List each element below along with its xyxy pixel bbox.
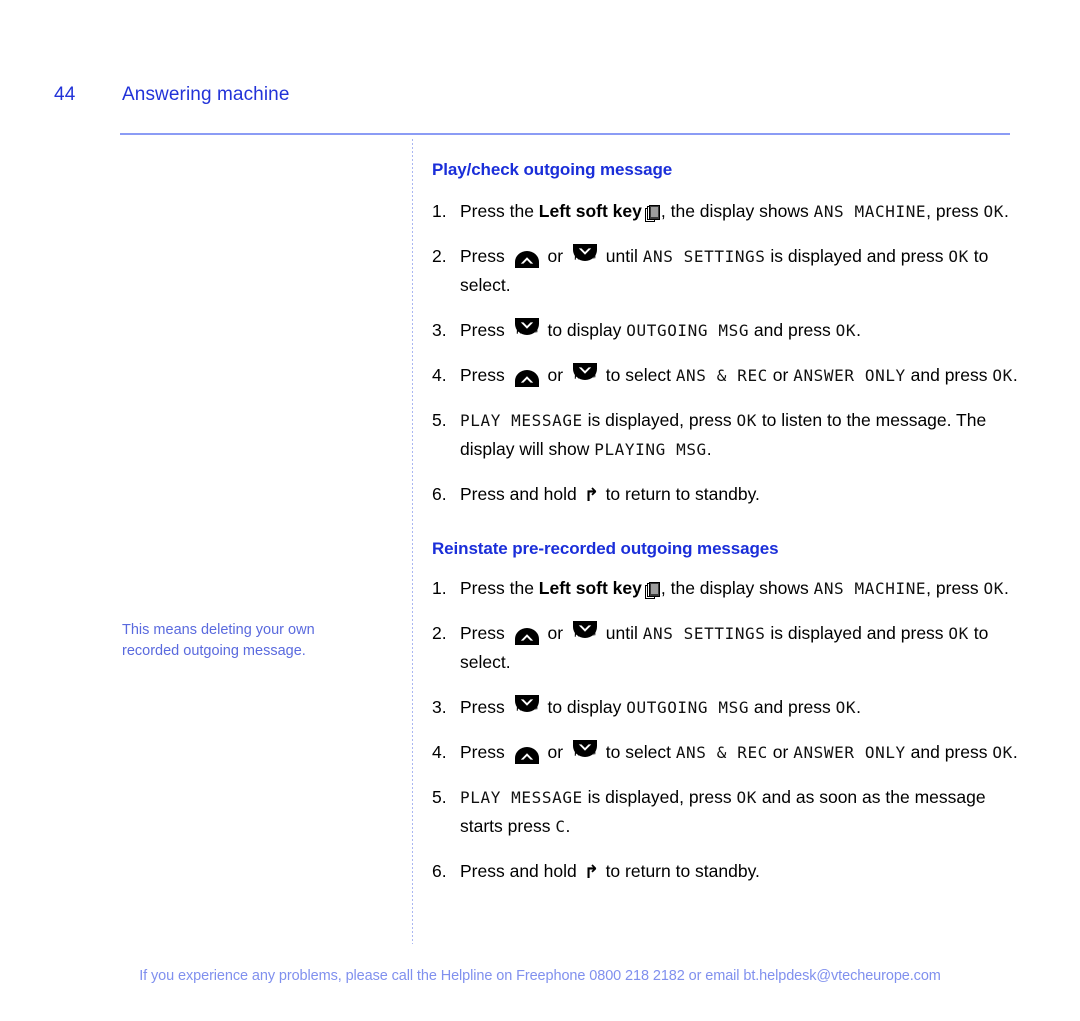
- emphasis-text: Left soft key: [538, 578, 642, 598]
- section-heading: Play/check outgoing message: [432, 160, 673, 179]
- lcd-display-text: ANS MACHINE: [813, 202, 927, 221]
- section-reinstate-pre-recorded-outgoing-messages: Reinstate pre-recorded outgoing messages…: [432, 539, 1022, 886]
- page-header: 44 Answering machine: [0, 84, 1080, 118]
- step-text: Press Redial to display OUTGOING MSG and…: [460, 316, 1022, 345]
- step-number: 5.: [432, 787, 447, 807]
- lcd-display-text: OK: [992, 366, 1013, 385]
- redial-key-icon: Redial: [570, 620, 600, 646]
- instruction-step: 3. Press Redial to display OUTGOING MSG a…: [432, 316, 1022, 345]
- lcd-display-text: OUTGOING MSG: [626, 698, 750, 717]
- calls-key-icon: Calls: [512, 620, 542, 646]
- step-number: 3.: [432, 697, 447, 717]
- lcd-display-text: PLAY MESSAGE: [460, 788, 583, 807]
- page-number: 44: [54, 84, 76, 105]
- step-number: 2.: [432, 623, 447, 643]
- step-text: PLAY MESSAGE is displayed, press OK and …: [460, 787, 986, 836]
- section-play-check-outgoing-message: Play/check outgoing message 1. Press the …: [432, 160, 1022, 509]
- step-number: 4.: [432, 365, 447, 385]
- redial-key-icon: Redial: [570, 243, 600, 269]
- redial-key-icon: Redial: [512, 694, 542, 720]
- step-text: Press the Left soft key, the display sho…: [460, 578, 1009, 599]
- step-text: Press the Left soft key, the display sho…: [460, 201, 1009, 222]
- instruction-step: 6. Press and hold ↰ to return to standby.: [432, 857, 1022, 886]
- return-arrow-icon: ↰: [583, 862, 599, 883]
- lcd-display-text: PLAYING MSG: [594, 440, 707, 459]
- step-number: 2.: [432, 246, 447, 266]
- section-heading: Reinstate pre-recorded outgoing messages: [432, 539, 779, 558]
- lcd-display-text: ANS MACHINE: [813, 579, 927, 598]
- lcd-display-text: ANS SETTINGS: [642, 624, 766, 643]
- lcd-display-text: OK: [835, 321, 857, 340]
- step-text: Press Calls or Redial until ANS SETTINGS…: [460, 242, 1022, 300]
- calls-key-icon: Calls: [512, 362, 542, 388]
- redial-key-label: Redial: [574, 370, 596, 382]
- margin-note: This means deleting your own recorded ou…: [122, 622, 315, 659]
- lcd-display-text: ANS SETTINGS: [642, 247, 766, 266]
- lcd-display-text: OK: [736, 411, 757, 430]
- redial-key-label: Redial: [574, 628, 596, 640]
- lcd-display-text: ANS & REC: [675, 366, 768, 385]
- redial-key-label: Redial: [574, 747, 596, 759]
- step-number: 1.: [432, 578, 447, 598]
- instruction-step: 2. Press Calls or Redial until ANS SETTIN…: [432, 619, 1022, 677]
- step-text: Press Calls or Redial until ANS SETTINGS…: [460, 619, 1022, 677]
- redial-key-icon: Redial: [570, 362, 600, 388]
- lcd-display-text: ANS & REC: [675, 743, 768, 762]
- redial-key-icon: Redial: [512, 317, 542, 343]
- instruction-step: 3. Press Redial to display OUTGOING MSG a…: [432, 693, 1022, 722]
- lcd-display-text: OK: [983, 202, 1005, 221]
- instructions-content: Play/check outgoing message 1. Press the …: [432, 160, 1022, 886]
- lcd-display-text: C: [555, 817, 566, 836]
- lcd-display-text: OK: [835, 698, 857, 717]
- instruction-step: 4. Press Calls or Redial to select ANS & …: [432, 738, 1022, 767]
- instruction-step: 1. Press the Left soft key, the display s…: [432, 197, 1022, 226]
- lcd-display-text: ANSWER ONLY: [793, 366, 906, 385]
- soft-key-icon: [644, 579, 660, 599]
- footer: If you experience any problems, please c…: [0, 968, 1080, 984]
- redial-key-label: Redial: [515, 702, 538, 714]
- redial-key-label: Redial: [574, 251, 596, 263]
- instruction-step: 1. Press the Left soft key, the display s…: [432, 574, 1022, 603]
- step-number: 6.: [432, 484, 447, 504]
- lcd-display-text: OK: [736, 788, 757, 807]
- step-number: 6.: [432, 861, 447, 881]
- lcd-display-text: OK: [992, 743, 1013, 762]
- instruction-step: 2. Press Calls or Redial until ANS SETTIN…: [432, 242, 1022, 300]
- instruction-step: 4. Press Calls or Redial to select ANS & …: [432, 361, 1022, 390]
- step-text: Press and hold ↰ to return to standby.: [460, 484, 760, 506]
- step-number: 5.: [432, 410, 447, 430]
- header-divider-rule: [120, 133, 1010, 135]
- step-text: Press Redial to display OUTGOING MSG and…: [460, 693, 1022, 722]
- footer-helpline-text: If you experience any problems, please c…: [139, 968, 941, 984]
- calls-key-icon: Calls: [512, 243, 542, 269]
- redial-key-label: Redial: [515, 325, 538, 337]
- step-number: 1.: [432, 201, 447, 221]
- calls-key-icon: Calls: [512, 739, 542, 765]
- column-divider: [412, 139, 413, 944]
- lcd-display-text: OK: [983, 579, 1005, 598]
- lcd-display-text: OUTGOING MSG: [626, 321, 750, 340]
- instruction-step: 5. PLAY MESSAGE is displayed, press OK to…: [432, 406, 1022, 464]
- lcd-display-text: PLAY MESSAGE: [460, 411, 583, 430]
- instruction-step: 5. PLAY MESSAGE is displayed, press OK an…: [432, 783, 1022, 841]
- redial-key-icon: Redial: [570, 739, 600, 765]
- instruction-step: 6. Press and hold ↰ to return to standby.: [432, 480, 1022, 509]
- lcd-display-text: OK: [948, 247, 969, 266]
- emphasis-text: Left soft key: [538, 201, 642, 221]
- step-text: Press and hold ↰ to return to standby.: [460, 861, 760, 883]
- step-text: Press Calls or Redial to select ANS & RE…: [460, 738, 1022, 767]
- return-arrow-icon: ↰: [583, 485, 599, 506]
- page-title: Answering machine: [122, 84, 290, 105]
- lcd-display-text: OK: [948, 624, 969, 643]
- step-text: Press Calls or Redial to select ANS & RE…: [460, 361, 1022, 390]
- steps-list: 1. Press the Left soft key, the display s…: [432, 574, 1022, 886]
- step-text: PLAY MESSAGE is displayed, press OK to l…: [460, 410, 987, 459]
- steps-list: 1. Press the Left soft key, the display s…: [432, 197, 1022, 509]
- soft-key-icon: [644, 202, 660, 222]
- step-number: 4.: [432, 742, 447, 762]
- lcd-display-text: ANSWER ONLY: [793, 743, 906, 762]
- step-number: 3.: [432, 320, 447, 340]
